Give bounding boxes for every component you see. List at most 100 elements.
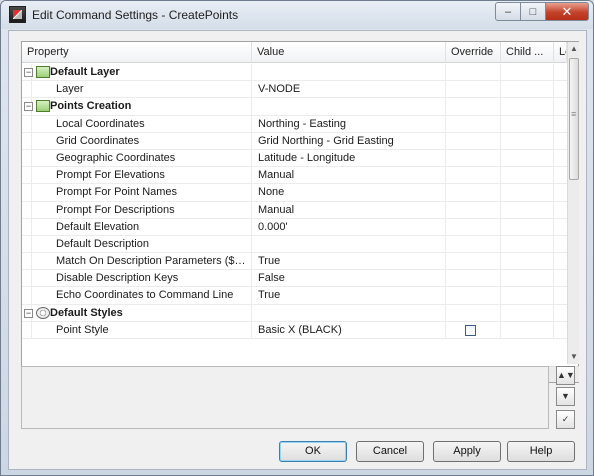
property-name: Local Coordinates [32, 115, 252, 133]
expander-cell [22, 253, 32, 271]
expander-cell [22, 115, 32, 133]
close-button[interactable]: ✕ [545, 2, 589, 21]
property-name: Point Style [32, 321, 252, 339]
property-label: Geographic Coordinates [56, 151, 176, 164]
property-name: Echo Coordinates to Command Line [32, 287, 252, 305]
override-cell [446, 270, 501, 288]
cancel-button[interactable]: Cancel [356, 441, 424, 462]
override-cell [446, 115, 501, 133]
property-value[interactable]: Manual [252, 201, 446, 219]
description-panel [21, 366, 549, 429]
property-row[interactable]: Disable Description Keys False [22, 270, 567, 288]
property-row[interactable]: Grid Coordinates Grid Northing - Grid Eas… [22, 132, 567, 150]
grid-header: Property Value Override Child ... Lo [22, 42, 567, 63]
property-value[interactable]: True [252, 287, 446, 305]
property-value[interactable] [252, 64, 446, 81]
property-row[interactable]: Local Coordinates Northing - Easting [22, 115, 567, 133]
expander-cell [22, 184, 32, 202]
property-name: Grid Coordinates [32, 132, 252, 150]
property-row[interactable]: Prompt For Elevations Manual [22, 167, 567, 185]
group-row[interactable]: − Default Styles [22, 304, 567, 322]
column-header-property[interactable]: Property [22, 42, 252, 63]
property-row[interactable]: Default Elevation 0.000' [22, 218, 567, 236]
vertical-scrollbar[interactable]: ▲ ▼ [567, 42, 579, 364]
child-override-cell [501, 201, 554, 219]
child-override-cell [501, 98, 554, 116]
property-label: Layer [56, 83, 84, 96]
property-label: Prompt For Point Names [56, 186, 178, 199]
property-row[interactable]: Layer V-NODE [22, 81, 567, 99]
property-name: Disable Description Keys [32, 270, 252, 288]
column-header-lock[interactable]: Lo [554, 42, 567, 63]
override-cell [446, 321, 501, 339]
sort-dropdown-button[interactable]: ▼ [556, 387, 575, 406]
minimize-button[interactable]: – [495, 2, 521, 21]
override-cell [446, 304, 501, 322]
property-name: Default Layer [32, 64, 252, 81]
property-name: Layer [32, 81, 252, 99]
expander-cell [22, 321, 32, 339]
child-override-cell [501, 304, 554, 322]
property-value[interactable]: Latitude - Longitude [252, 149, 446, 167]
checklist-button[interactable]: ✓ [556, 410, 575, 429]
property-row[interactable]: Point Style Basic X (BLACK) [22, 321, 567, 339]
title-bar[interactable]: Edit Command Settings - CreatePoints – □… [1, 1, 593, 29]
maximize-button[interactable]: □ [520, 2, 546, 21]
lock-cell [554, 150, 567, 167]
lock-cell [554, 305, 567, 322]
property-label: Default Description [56, 237, 149, 250]
property-row[interactable]: Match On Description Parameters ($1, ...… [22, 253, 567, 271]
child-override-cell [501, 321, 554, 339]
application-icon [9, 6, 26, 23]
property-value[interactable] [252, 304, 446, 322]
ok-button[interactable]: OK [279, 441, 347, 462]
property-value[interactable]: 0.000' [252, 218, 446, 236]
property-value[interactable] [252, 235, 446, 253]
property-value[interactable]: False [252, 270, 446, 288]
dialog-client-area: Property Value Override Child ... Lo −De… [8, 30, 587, 470]
property-value[interactable]: V-NODE [252, 81, 446, 99]
apply-button[interactable]: Apply [433, 441, 501, 462]
expand-collapse-all-button[interactable]: ▲▼ [556, 366, 575, 385]
property-value[interactable]: None [252, 184, 446, 202]
property-value[interactable]: Grid Northing - Grid Easting [252, 132, 446, 150]
property-value[interactable]: True [252, 253, 446, 271]
lock-cell [554, 219, 567, 236]
column-header-override[interactable]: Override [446, 42, 501, 63]
lock-cell [554, 116, 567, 133]
property-name: Match On Description Parameters ($1, ... [32, 253, 252, 271]
help-button[interactable]: Help [507, 441, 575, 462]
property-value[interactable]: Northing - Easting [252, 115, 446, 133]
group-row[interactable]: − Points Creation [22, 98, 567, 116]
property-value[interactable] [252, 98, 446, 116]
lock-cell [554, 98, 567, 115]
property-label: Echo Coordinates to Command Line [56, 289, 234, 302]
property-label: Disable Description Keys [56, 272, 179, 285]
property-row[interactable]: Echo Coordinates to Command Line True [22, 287, 567, 305]
override-checkbox[interactable] [465, 324, 476, 336]
property-label: Default Elevation [56, 220, 140, 233]
expander-cell [22, 132, 32, 150]
property-label: Grid Coordinates [56, 134, 140, 147]
property-row[interactable]: Prompt For Descriptions Manual [22, 201, 567, 219]
property-row[interactable]: Default Description [22, 235, 567, 254]
scroll-down-arrow-icon[interactable]: ▼ [568, 350, 580, 364]
property-value[interactable]: Basic X (BLACK) [252, 321, 446, 339]
scroll-up-arrow-icon[interactable]: ▲ [568, 42, 580, 56]
property-row[interactable]: Geographic Coordinates Latitude - Longitu… [22, 149, 567, 168]
child-override-cell [501, 235, 554, 253]
override-cell [446, 201, 501, 219]
lock-cell [554, 287, 567, 304]
group-row[interactable]: − Default Layer [22, 64, 567, 82]
property-name: Prompt For Point Names [32, 184, 252, 202]
property-label: Point Style [56, 323, 109, 336]
child-override-cell [501, 184, 554, 202]
vertical-scroll-thumb[interactable] [569, 58, 579, 180]
override-cell [446, 64, 501, 81]
property-row[interactable]: Prompt For Point Names None [22, 184, 567, 202]
column-header-child[interactable]: Child ... [501, 42, 554, 63]
column-header-value[interactable]: Value [252, 42, 446, 63]
lock-cell [554, 167, 567, 184]
lock-cell [554, 236, 567, 253]
property-value[interactable]: Manual [252, 167, 446, 185]
